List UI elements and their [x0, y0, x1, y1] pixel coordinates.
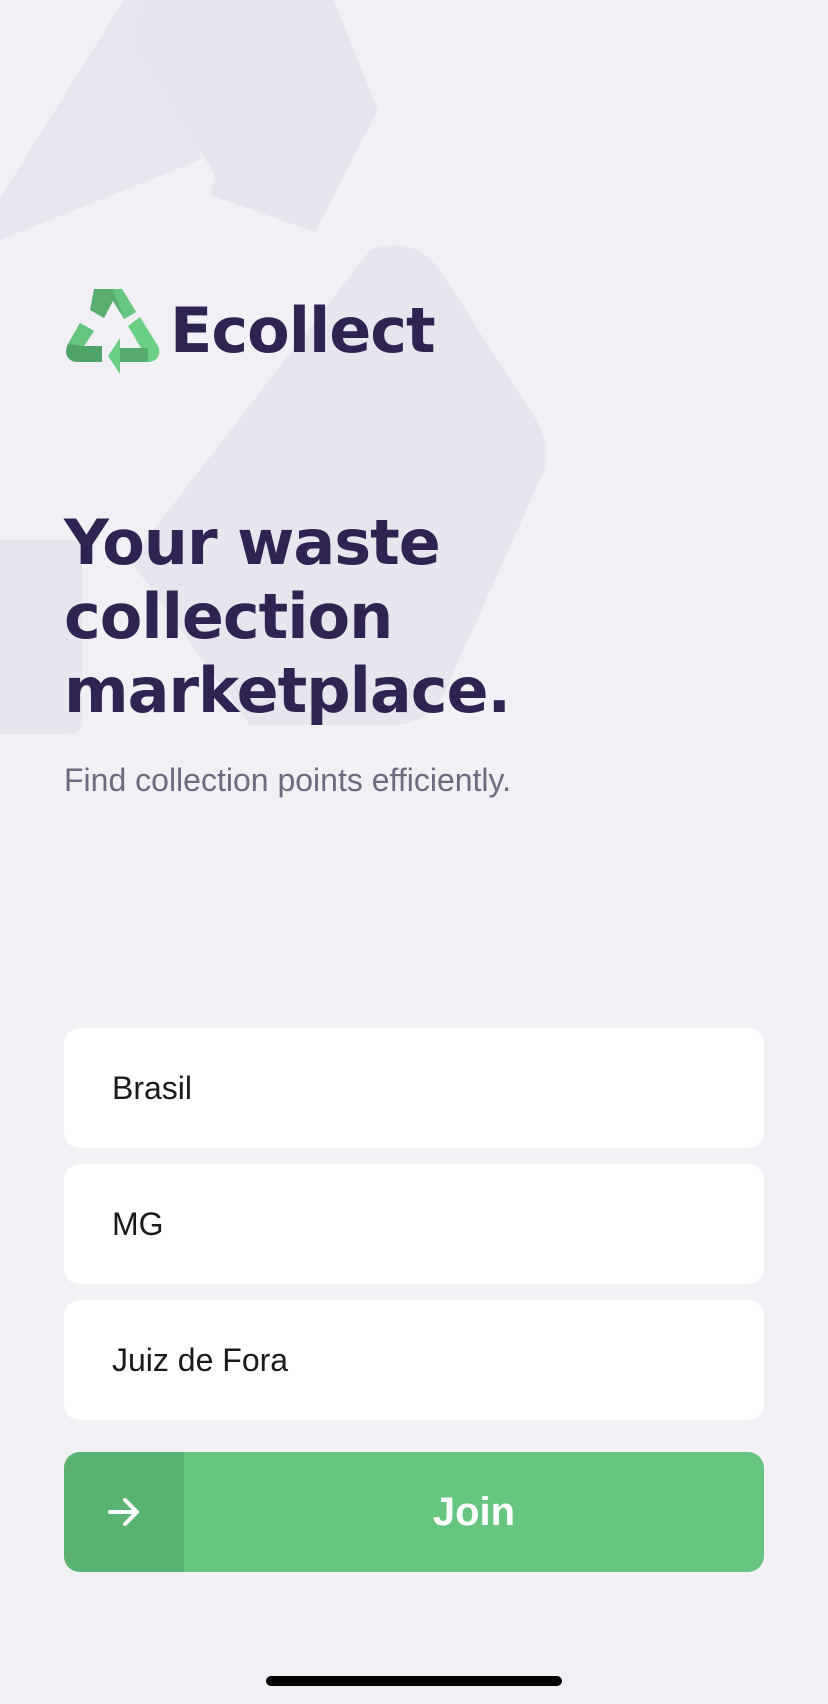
app-logo: Ecollect — [64, 286, 436, 376]
home-indicator — [266, 1676, 562, 1686]
city-field[interactable] — [64, 1300, 764, 1420]
state-input[interactable] — [112, 1205, 764, 1243]
arrow-right-icon — [108, 1498, 139, 1526]
country-field[interactable] — [64, 1028, 764, 1148]
recycle-icon — [66, 289, 160, 374]
join-button[interactable]: Join — [64, 1452, 764, 1572]
hero-title: Your waste collection marketplace. — [64, 506, 624, 728]
hero-title-line: Your waste — [64, 506, 441, 579]
recycle-background-icon — [0, 0, 547, 734]
app-name: Ecollect — [170, 294, 436, 367]
hero-title-line: collection — [64, 580, 393, 653]
home-screen: Ecollect Your waste collection marketpla… — [0, 0, 828, 1704]
hero-subtitle: Find collection points efficiently. — [64, 762, 512, 798]
state-field[interactable] — [64, 1164, 764, 1284]
join-button-label: Join — [432, 1489, 516, 1534]
city-input[interactable] — [112, 1341, 764, 1379]
hero-title-line: marketplace. — [64, 654, 511, 727]
join-icon-container — [64, 1452, 184, 1572]
country-input[interactable] — [112, 1069, 764, 1107]
